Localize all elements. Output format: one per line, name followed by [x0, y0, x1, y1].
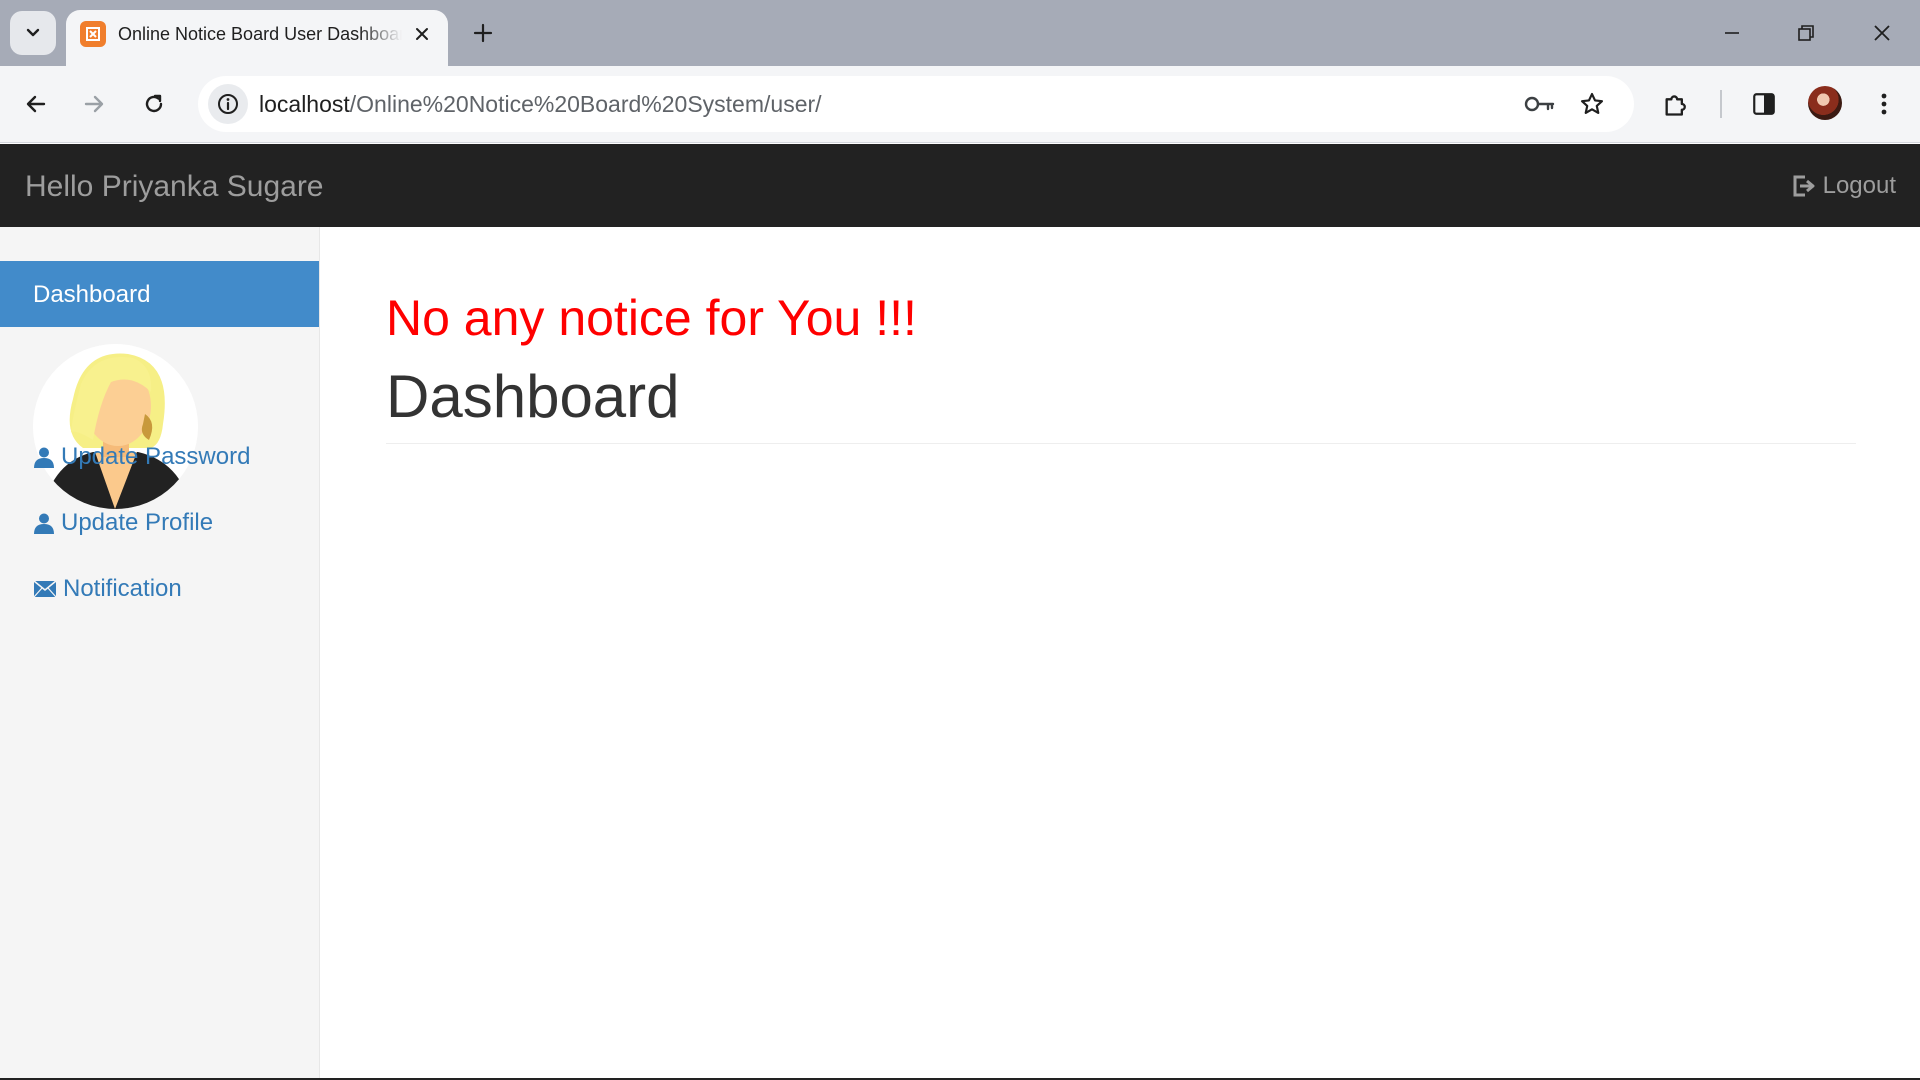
avatar — [33, 344, 198, 509]
minimize-icon — [1725, 32, 1739, 34]
reload-icon — [145, 94, 163, 113]
envelope-icon — [33, 580, 57, 598]
forward-button[interactable] — [74, 84, 114, 124]
reload-button[interactable] — [134, 84, 174, 124]
logout-link[interactable]: Logout — [1791, 172, 1896, 200]
url-path: /Online%20Notice%20Board%20System/user/ — [349, 91, 822, 117]
navbar-brand[interactable]: Hello Priyanka Sugare — [25, 170, 324, 204]
user-icon — [34, 447, 54, 468]
top-navbar: Hello Priyanka Sugare Logout — [0, 144, 1920, 227]
key-icon[interactable] — [1522, 86, 1558, 122]
browser-tab-active[interactable]: Online Notice Board User Dashboard — [66, 10, 448, 66]
restore-icon — [1798, 25, 1814, 41]
sidebar: Dashboard Update Password Update Profile… — [0, 227, 320, 1080]
arrow-left-icon — [26, 95, 46, 113]
back-button[interactable] — [16, 84, 56, 124]
info-icon — [218, 94, 238, 114]
kebab-menu-icon[interactable] — [1864, 84, 1904, 124]
address-bar[interactable]: localhost/Online%20Notice%20Board%20Syst… — [198, 76, 1634, 132]
sidebar-item-update-profile[interactable]: Update Profile — [33, 509, 213, 537]
close-icon[interactable] — [410, 22, 434, 46]
plus-icon — [473, 23, 493, 43]
tab-title: Online Notice Board User Dashboard — [118, 24, 402, 44]
restore-button[interactable] — [1778, 10, 1834, 56]
arrow-right-icon — [84, 95, 104, 113]
notice-message: No any notice for You !!! — [386, 290, 917, 346]
minimize-button[interactable] — [1704, 10, 1760, 56]
url-host: localhost — [259, 91, 350, 117]
new-tab-button[interactable] — [466, 16, 500, 50]
browser-tabstrip: Online Notice Board User Dashboard — [0, 0, 1920, 66]
puzzle-icon[interactable] — [1656, 84, 1696, 124]
sidebar-item-update-password[interactable]: Update Password — [33, 443, 250, 471]
sidebar-item-dashboard[interactable]: Dashboard — [0, 261, 319, 327]
side-panel-icon[interactable] — [1744, 84, 1784, 124]
sidebar-link-label: Update Profile — [61, 509, 214, 536]
window-close-button[interactable] — [1854, 10, 1910, 56]
url-text[interactable]: localhost/Online%20Notice%20Board%20Syst… — [259, 91, 822, 118]
header-divider — [386, 443, 1856, 444]
sidebar-link-label: Update Password — [61, 443, 251, 470]
toolbar-separator — [1720, 90, 1722, 118]
browser-toolbar: localhost/Online%20Notice%20Board%20Syst… — [0, 66, 1920, 143]
logout-label: Logout — [1822, 172, 1896, 199]
star-icon[interactable] — [1574, 86, 1610, 122]
logout-icon — [1793, 175, 1815, 197]
xampp-icon — [80, 21, 106, 47]
page-title: Dashboard — [386, 363, 680, 430]
close-icon — [1874, 25, 1890, 41]
tab-list-button[interactable] — [10, 11, 56, 55]
sidebar-link-label: Notification — [63, 575, 182, 602]
profile-avatar[interactable] — [1808, 86, 1842, 120]
sidebar-item-label: Dashboard — [33, 281, 151, 308]
sidebar-item-notification[interactable]: Notification — [33, 575, 182, 603]
chevron-down-icon — [26, 28, 40, 37]
site-info-button[interactable] — [208, 84, 248, 124]
user-icon — [34, 513, 54, 534]
